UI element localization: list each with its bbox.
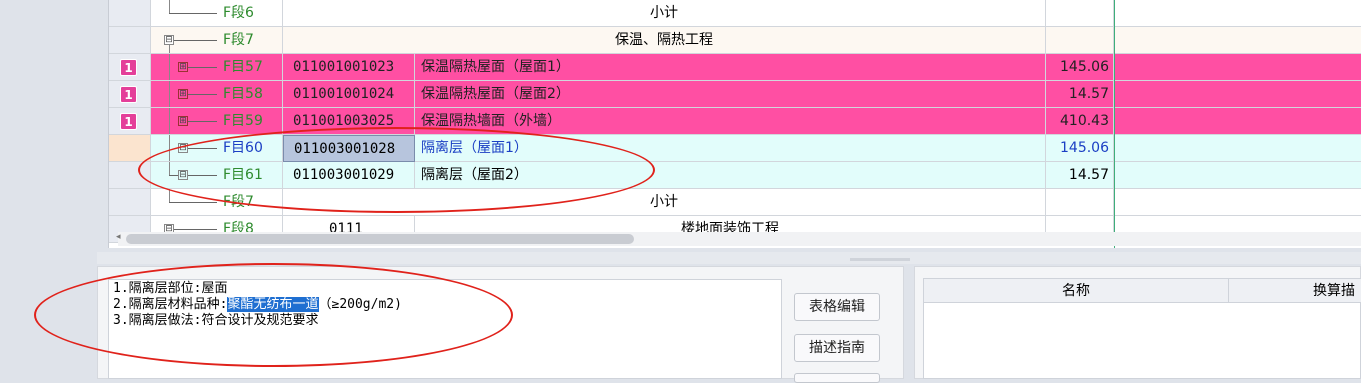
item-quantity[interactable]: 145.06 <box>1046 54 1114 81</box>
row-badge: 1 <box>120 86 137 103</box>
table-edit-button[interactable]: 表格编辑 <box>794 293 880 321</box>
scroll-left-icon[interactable]: ◂ <box>116 232 121 242</box>
row-header[interactable] <box>109 0 151 27</box>
item-name[interactable]: 隔离层（屋面2） <box>415 162 1046 189</box>
more-button[interactable] <box>794 373 880 383</box>
row-badge: 1 <box>120 59 137 76</box>
subtotal-label: 小计 <box>283 189 1046 216</box>
description-guide-button[interactable]: 描述指南 <box>794 334 880 362</box>
row-header[interactable] <box>109 27 151 54</box>
item-name[interactable]: 保温隔热墙面（外墙） <box>415 108 1046 135</box>
description-line-2: 2.隔离层材料品种:聚酯无纺布一道（≥200g/m2) <box>113 297 402 312</box>
collapse-icon[interactable]: ⊟ <box>178 170 188 180</box>
tree-label: F目58 <box>223 86 263 102</box>
description-line-1: 1.隔离层部位:屋面 <box>113 281 228 296</box>
table-row[interactable]: 1 ⊞ F目57 011001001023 保温隔热屋面（屋面1） 145.06 <box>109 54 1361 81</box>
splitter[interactable] <box>97 252 1361 264</box>
description-line-3: 3.隔离层做法:符合设计及规范要求 <box>113 313 319 328</box>
item-quantity[interactable]: 14.57 <box>1046 162 1114 189</box>
row-badge: 1 <box>120 113 137 130</box>
item-code[interactable]: 011003001029 <box>283 162 415 189</box>
tree-label: F段7 <box>223 194 254 210</box>
section-title: 保温、隔热工程 <box>283 27 1046 54</box>
table-row[interactable]: 1 ⊞ F目58 011001001024 保温隔热屋面（屋面2） 14.57 <box>109 81 1361 108</box>
item-quantity[interactable]: 14.57 <box>1046 81 1114 108</box>
item-code-selected[interactable]: 011003001028 <box>283 135 415 162</box>
collapse-icon[interactable]: ⊟ <box>164 35 174 45</box>
item-code[interactable]: 011001003025 <box>283 108 415 135</box>
conversion-table: 名称 换算描 <box>923 278 1361 379</box>
tree-label: F目59 <box>223 113 263 129</box>
scrollbar-thumb[interactable] <box>126 234 634 244</box>
splitter-grip-icon[interactable] <box>850 258 910 261</box>
row-header[interactable] <box>109 189 151 216</box>
bill-grid: F段6 小计 ⊟ F段7 保温、隔热工程 1 ⊞ F目57 0110010010… <box>108 0 1361 248</box>
expand-icon[interactable]: ⊞ <box>178 62 188 72</box>
item-name[interactable]: 隔离层（屋面1） <box>415 135 1046 162</box>
row-header[interactable]: 1 <box>109 81 151 108</box>
tree-label: F段6 <box>223 5 254 21</box>
column-divider <box>1114 0 1115 248</box>
description-editor[interactable]: 1.隔离层部位:屋面 2.隔离层材料品种:聚酯无纺布一道（≥200g/m2) 3… <box>108 279 782 379</box>
table-row-selected[interactable]: ⊟ F目60 011003001028 隔离层（屋面1） 145.06 <box>109 135 1361 162</box>
row-header[interactable] <box>109 162 151 189</box>
selected-text: 聚酯无纺布一道 <box>227 297 319 312</box>
table-row[interactable]: ⊟ F目61 011003001029 隔离层（屋面2） 14.57 <box>109 162 1361 189</box>
table-row[interactable]: F段6 小计 <box>109 0 1361 27</box>
collapse-icon[interactable]: ⊟ <box>178 143 188 153</box>
expand-icon[interactable]: ⊞ <box>178 89 188 99</box>
tree-label: F目61 <box>223 167 263 183</box>
item-quantity[interactable]: 410.43 <box>1046 108 1114 135</box>
expand-icon[interactable]: ⊞ <box>178 116 188 126</box>
tree-label: F段7 <box>223 32 254 48</box>
table-row[interactable]: F段7 小计 <box>109 189 1361 216</box>
table-row[interactable]: 1 ⊞ F目59 011001003025 保温隔热墙面（外墙） 410.43 <box>109 108 1361 135</box>
row-header[interactable] <box>109 135 151 162</box>
item-name[interactable]: 保温隔热屋面（屋面2） <box>415 81 1046 108</box>
column-header-name[interactable]: 名称 <box>924 279 1229 303</box>
tree-label: F目57 <box>223 59 263 75</box>
item-code[interactable]: 011001001023 <box>283 54 415 81</box>
row-header[interactable]: 1 <box>109 54 151 81</box>
table-row[interactable]: ⊟ F段7 保温、隔热工程 <box>109 27 1361 54</box>
item-name[interactable]: 保温隔热屋面（屋面1） <box>415 54 1046 81</box>
subtotal-label: 小计 <box>283 0 1046 27</box>
item-quantity[interactable]: 145.06 <box>1046 135 1114 162</box>
item-code[interactable]: 011001001024 <box>283 81 415 108</box>
column-header-conversion[interactable]: 换算描 <box>1229 279 1361 303</box>
row-header[interactable]: 1 <box>109 108 151 135</box>
tree-label: F目60 <box>223 140 263 156</box>
